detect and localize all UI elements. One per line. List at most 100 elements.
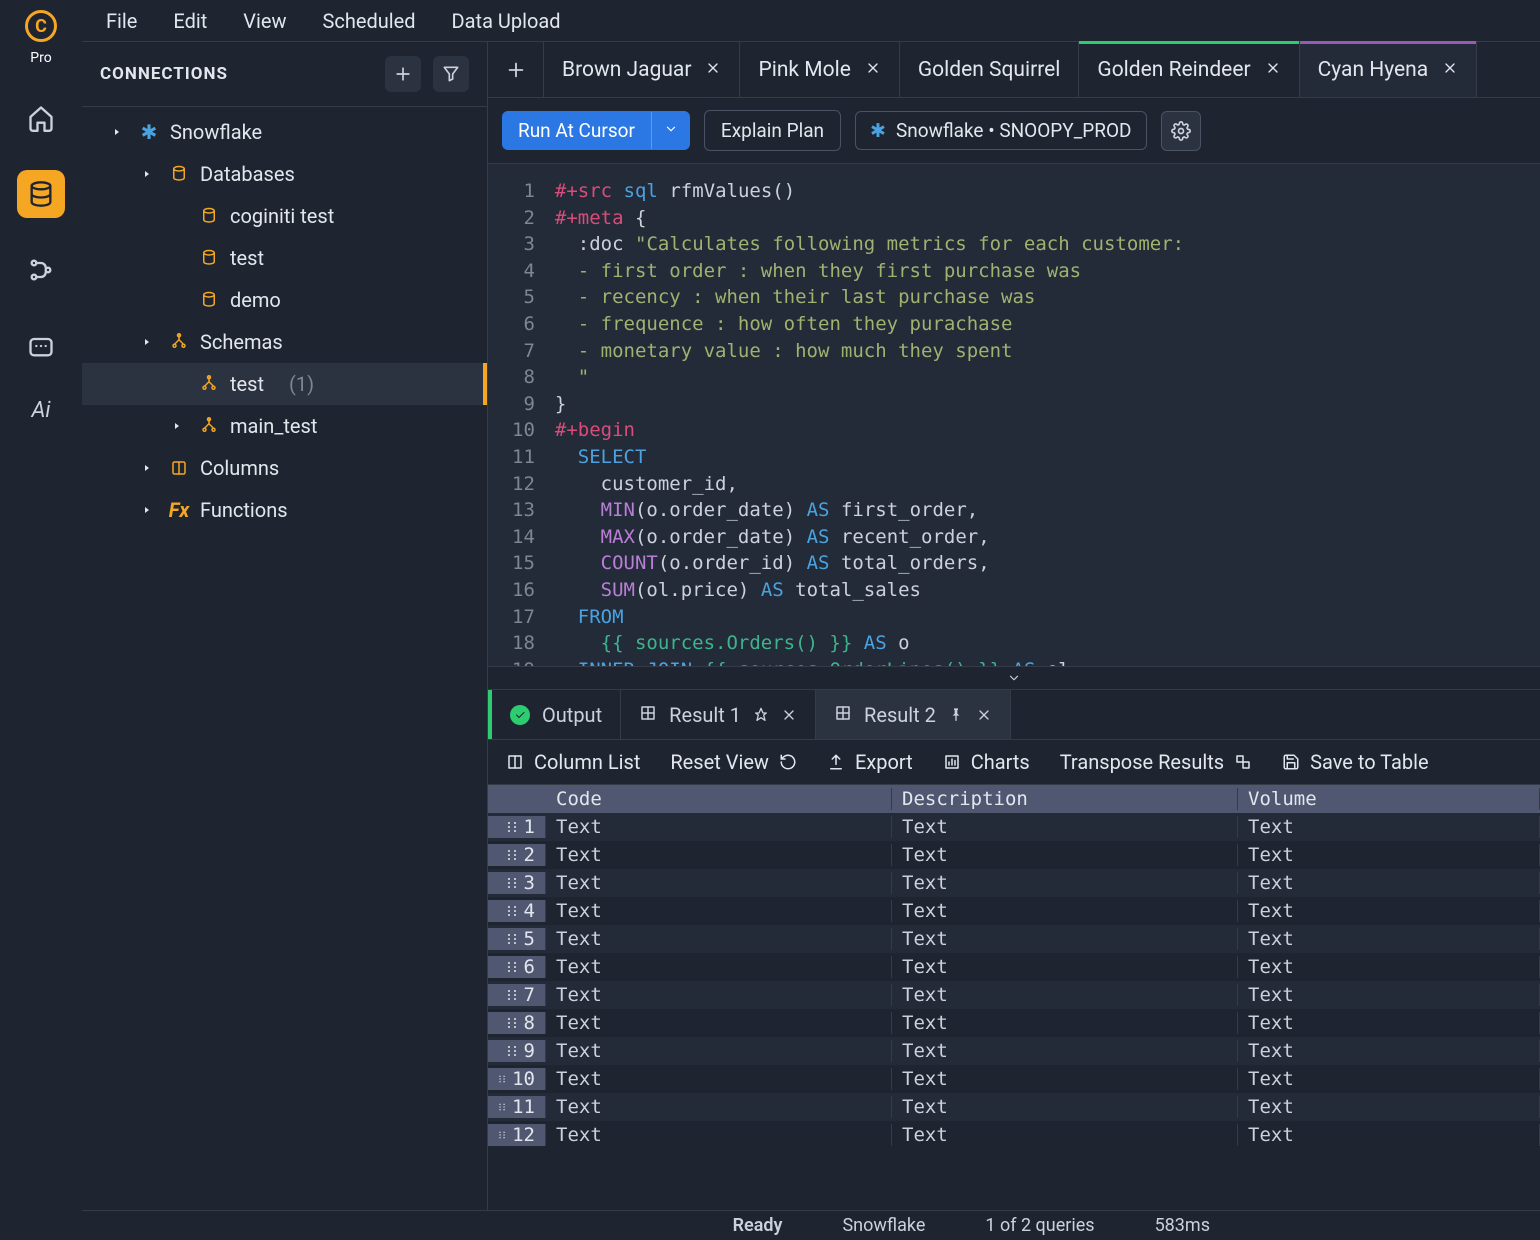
cell[interactable]: Text xyxy=(546,872,892,894)
table-row[interactable]: 7TextTextText xyxy=(488,981,1540,1009)
database-icon[interactable] xyxy=(17,170,65,218)
connection-selector[interactable]: ✱ Snowflake • SNOOPY_PROD xyxy=(855,111,1146,150)
add-connection-button[interactable] xyxy=(385,56,421,92)
results-grid[interactable]: CodeDescriptionVolume 1TextTextText2TextT… xyxy=(488,785,1540,1210)
cell[interactable]: Text xyxy=(892,956,1238,978)
tree-databases[interactable]: Databases xyxy=(82,153,487,195)
tree-snowflake[interactable]: ✱ Snowflake xyxy=(82,111,487,153)
cell[interactable]: Text xyxy=(892,816,1238,838)
table-row[interactable]: 12TextTextText xyxy=(488,1121,1540,1149)
cell[interactable]: Text xyxy=(1238,984,1540,1006)
results-splitter[interactable] xyxy=(488,666,1540,690)
pin-icon[interactable] xyxy=(948,707,964,723)
column-header[interactable]: Volume xyxy=(1238,788,1540,810)
cell[interactable]: Text xyxy=(546,1068,892,1090)
reset-view-button[interactable]: Reset View xyxy=(670,750,797,774)
cell[interactable]: Text xyxy=(892,900,1238,922)
cell[interactable]: Text xyxy=(1238,1068,1540,1090)
cell[interactable]: Text xyxy=(892,872,1238,894)
cell[interactable]: Text xyxy=(892,1096,1238,1118)
table-row[interactable]: 2TextTextText xyxy=(488,841,1540,869)
assets-icon[interactable] xyxy=(17,322,65,370)
close-icon[interactable] xyxy=(781,707,797,723)
cell[interactable]: Text xyxy=(1238,872,1540,894)
charts-button[interactable]: Charts xyxy=(943,750,1030,774)
table-row[interactable]: 5TextTextText xyxy=(488,925,1540,953)
cell[interactable]: Text xyxy=(546,1040,892,1062)
tree-columns[interactable]: Columns xyxy=(82,447,487,489)
tab-brown-jaguar[interactable]: Brown Jaguar xyxy=(544,42,740,97)
table-row[interactable]: 11TextTextText xyxy=(488,1093,1540,1121)
transpose-button[interactable]: Transpose Results xyxy=(1060,750,1252,774)
tree-db-test[interactable]: test xyxy=(82,237,487,279)
tree-schema-main-test[interactable]: main_test xyxy=(82,405,487,447)
menu-edit[interactable]: Edit xyxy=(173,9,207,33)
tab-golden-squirrel[interactable]: Golden Squirrel xyxy=(900,42,1080,97)
cell[interactable]: Text xyxy=(892,928,1238,950)
table-row[interactable]: 1TextTextText xyxy=(488,813,1540,841)
cell[interactable]: Text xyxy=(1238,956,1540,978)
menu-data-upload[interactable]: Data Upload xyxy=(452,9,561,33)
cell[interactable]: Text xyxy=(546,1012,892,1034)
cell[interactable]: Text xyxy=(1238,1040,1540,1062)
cell[interactable]: Text xyxy=(546,816,892,838)
home-icon[interactable] xyxy=(17,94,65,142)
cell[interactable]: Text xyxy=(1238,928,1540,950)
menu-view[interactable]: View xyxy=(243,9,286,33)
ai-button[interactable]: Ai xyxy=(31,398,50,423)
tab-pink-mole[interactable]: Pink Mole xyxy=(740,42,899,97)
close-icon[interactable] xyxy=(976,707,992,723)
table-row[interactable]: 8TextTextText xyxy=(488,1009,1540,1037)
tree-functions[interactable]: Fx Functions xyxy=(82,489,487,531)
cell[interactable]: Text xyxy=(546,928,892,950)
table-row[interactable]: 9TextTextText xyxy=(488,1037,1540,1065)
cell[interactable]: Text xyxy=(1238,1012,1540,1034)
results-tab-output[interactable]: Output xyxy=(488,690,621,739)
tree-schemas[interactable]: Schemas xyxy=(82,321,487,363)
column-header[interactable]: Code xyxy=(546,788,892,810)
cell[interactable]: Text xyxy=(892,844,1238,866)
filter-connections-button[interactable] xyxy=(433,56,469,92)
tree-db-demo[interactable]: demo xyxy=(82,279,487,321)
results-tab-result1[interactable]: Result 1 xyxy=(621,690,816,739)
cell[interactable]: Text xyxy=(546,1096,892,1118)
tab-golden-reindeer[interactable]: Golden Reindeer xyxy=(1079,42,1299,97)
table-row[interactable]: 10TextTextText xyxy=(488,1065,1540,1093)
run-dropdown[interactable] xyxy=(651,112,690,149)
results-tab-result2[interactable]: Result 2 xyxy=(816,690,1011,739)
cell[interactable]: Text xyxy=(1238,1096,1540,1118)
cell[interactable]: Text xyxy=(1238,816,1540,838)
cell[interactable]: Text xyxy=(892,1068,1238,1090)
cell[interactable]: Text xyxy=(892,1040,1238,1062)
menu-scheduled[interactable]: Scheduled xyxy=(323,9,416,33)
cell[interactable]: Text xyxy=(546,844,892,866)
settings-button[interactable] xyxy=(1161,111,1201,151)
cell[interactable]: Text xyxy=(546,1124,892,1146)
cell[interactable]: Text xyxy=(892,1012,1238,1034)
close-icon[interactable] xyxy=(1265,58,1281,82)
cell[interactable]: Text xyxy=(1238,844,1540,866)
cell[interactable]: Text xyxy=(892,984,1238,1006)
tree-db-coginiti[interactable]: coginiti test xyxy=(82,195,487,237)
branch-icon[interactable] xyxy=(17,246,65,294)
column-list-button[interactable]: Column List xyxy=(506,750,640,774)
column-header[interactable]: Description xyxy=(892,788,1238,810)
close-icon[interactable] xyxy=(1442,58,1458,82)
new-tab-button[interactable] xyxy=(488,42,544,97)
tree-schema-test[interactable]: test (1) xyxy=(82,363,487,405)
cell[interactable]: Text xyxy=(546,956,892,978)
menu-file[interactable]: File xyxy=(106,9,137,33)
table-row[interactable]: 3TextTextText xyxy=(488,869,1540,897)
save-to-table-button[interactable]: Save to Table xyxy=(1282,750,1428,774)
table-row[interactable]: 6TextTextText xyxy=(488,953,1540,981)
code-editor[interactable]: 1234567891011121314151617181920212223 #+… xyxy=(488,164,1540,666)
pin-icon[interactable] xyxy=(753,707,769,723)
cell[interactable]: Text xyxy=(546,900,892,922)
export-button[interactable]: Export xyxy=(827,750,913,774)
cell[interactable]: Text xyxy=(546,984,892,1006)
cell[interactable]: Text xyxy=(1238,900,1540,922)
explain-plan-button[interactable]: Explain Plan xyxy=(704,110,841,151)
close-icon[interactable] xyxy=(865,58,881,82)
close-icon[interactable] xyxy=(705,58,721,82)
tab-cyan-hyena[interactable]: Cyan Hyena xyxy=(1300,42,1478,97)
